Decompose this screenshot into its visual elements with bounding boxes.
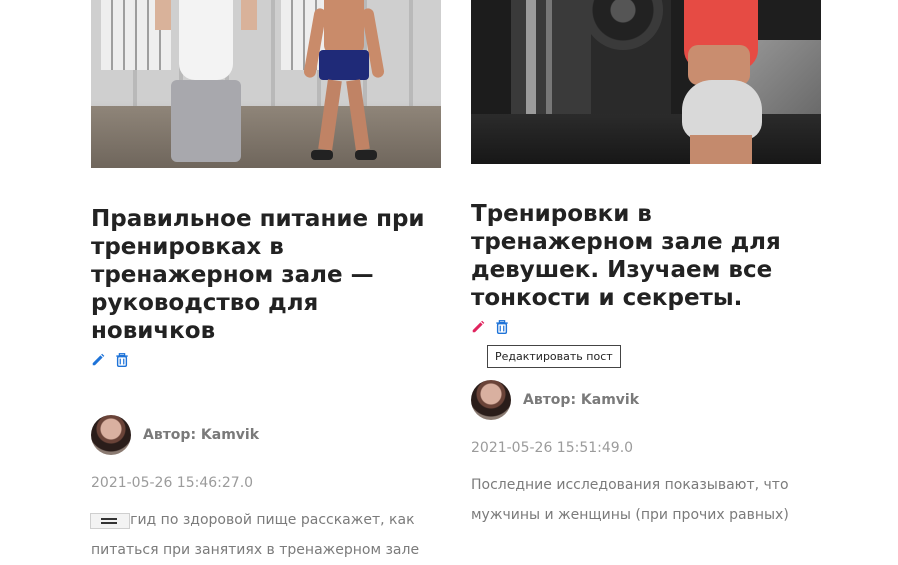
post-excerpt: Этот гид по здоровой пище расскажет, как… [91, 512, 420, 558]
author-avatar[interactable] [471, 380, 511, 420]
author-avatar[interactable] [91, 415, 131, 455]
floor [471, 114, 821, 164]
gym-photo [471, 0, 821, 164]
menu-button[interactable] [90, 513, 130, 529]
pencil-icon[interactable] [471, 320, 485, 334]
hamburger-icon [101, 518, 117, 520]
floor [91, 106, 441, 168]
post-author: Автор: Kamvik [91, 415, 441, 455]
post-card-1: Правильное питание при тренировках в тре… [91, 0, 441, 565]
man-in-white [155, 0, 257, 168]
author-name[interactable]: Автор: Kamvik [143, 427, 259, 443]
trash-icon[interactable] [495, 320, 509, 334]
edit-post-tooltip: Редактировать пост [487, 345, 621, 368]
post-excerpt: Последние исследования показывают, что м… [471, 477, 789, 523]
post-card-2: Тренировки в тренажерном зале для девуше… [471, 0, 821, 530]
gym-photo [91, 0, 441, 168]
weight-plate [583, 0, 663, 50]
post-author: Автор: Kamvik [471, 380, 821, 420]
post-title[interactable]: Правильное питание при тренировках в тре… [91, 205, 441, 345]
post-actions [471, 318, 821, 336]
post-image[interactable] [471, 0, 821, 164]
author-name[interactable]: Автор: Kamvik [523, 392, 639, 408]
post-date: 2021-05-26 15:46:27.0 [91, 475, 254, 491]
man-in-blue-shorts [303, 0, 385, 168]
trash-icon[interactable] [115, 353, 129, 367]
woman-in-red-top [676, 0, 766, 164]
pencil-icon[interactable] [91, 353, 105, 367]
post-title[interactable]: Тренировки в тренажерном зале для девуше… [471, 200, 821, 312]
post-image[interactable] [91, 0, 441, 168]
post-date: 2021-05-26 15:51:49.0 [471, 440, 634, 456]
post-actions [91, 351, 441, 369]
